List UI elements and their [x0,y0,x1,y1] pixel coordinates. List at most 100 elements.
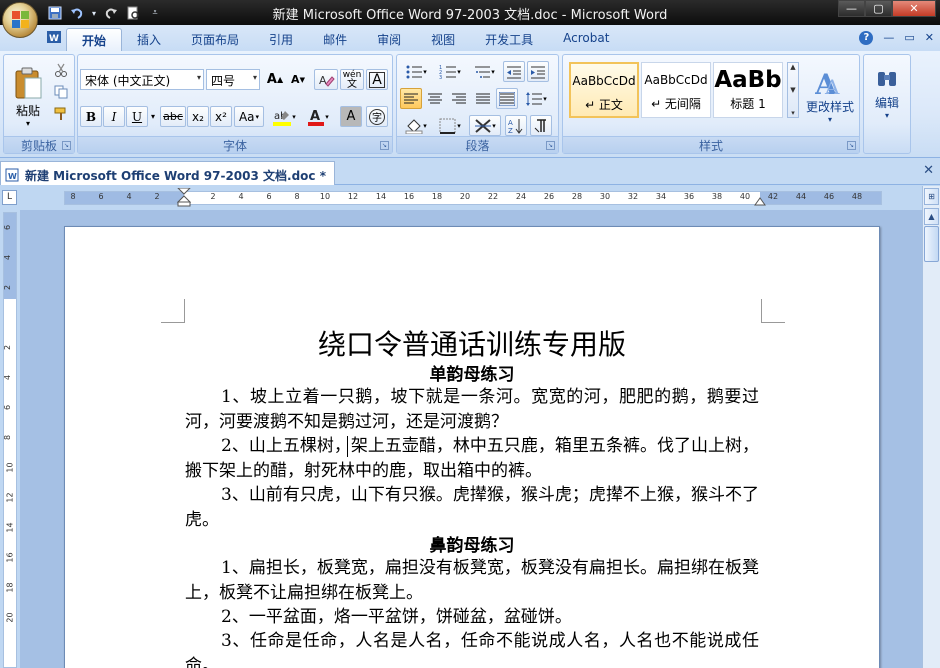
scrollbar-thumb[interactable] [924,226,939,262]
document-tab-close-icon[interactable]: ✕ [923,163,934,178]
indent-marker-icon[interactable] [177,188,191,208]
maximize-icon[interactable]: ▢ [865,0,892,17]
vertical-ruler[interactable]: 6 4 2 2 4 6 8 10 12 14 16 18 20 [3,212,17,668]
style-heading-1[interactable]: AaBb 标题 1 [713,62,783,118]
line-spacing-icon [526,91,543,106]
bold-button[interactable]: B [80,106,102,127]
superscript-button[interactable]: x² [210,106,232,127]
align-left-button[interactable] [400,88,422,109]
show-marks-button[interactable] [530,115,552,136]
font-launcher-icon[interactable]: ↘ [380,141,389,150]
underline-button[interactable]: U [126,106,148,127]
tab-home[interactable]: 开始 [66,28,123,51]
ruler-number: 10 [319,192,331,201]
ribbon-tabs-bar: W 开始 插入 页面布局 引用 邮件 审阅 视图 开发工具 Acrobat ? … [0,25,940,51]
tab-view[interactable]: 视图 [416,28,470,51]
style-normal-label: ↵ 正文 [585,98,623,112]
vruler-number: 8 [3,434,13,441]
ribbon-window-controls: ? — ▭ ✕ [859,31,934,45]
right-indent-marker-icon[interactable] [754,196,766,206]
font-name-dropdown-icon[interactable]: ▾ [197,73,201,82]
subscript-button[interactable]: x₂ [187,106,209,127]
office-button[interactable] [2,2,38,38]
style-no-spacing[interactable]: AaBbCcDd ↵ 无间隔 [641,62,711,118]
font-color-button[interactable]: A ▾ [302,106,334,127]
styles-gallery-scroller: ▲ ▼ ▾ [787,62,799,118]
copy-icon[interactable] [52,83,70,101]
tab-developer[interactable]: 开发工具 [470,28,548,51]
bullets-button[interactable]: ▾ [400,61,432,82]
ruler-number: 34 [655,192,667,201]
tab-page-layout[interactable]: 页面布局 [176,28,254,51]
decrease-indent-button[interactable] [503,61,525,82]
justify-button[interactable] [472,88,494,109]
clipboard-launcher-icon[interactable]: ↘ [62,141,71,150]
grow-font-button[interactable]: A ▲ [264,69,286,90]
styles-launcher-icon[interactable]: ↘ [847,141,856,150]
underline-dropdown-icon[interactable]: ▾ [148,106,158,127]
strikethrough-button[interactable]: abc [160,106,186,127]
word-doc-icon: W [46,29,62,48]
change-case-button[interactable]: Aa ▾ [234,106,264,127]
paragraph-launcher-icon[interactable]: ↘ [546,141,555,150]
chinese-layout-button[interactable]: ▾ [469,115,501,136]
paste-button[interactable]: 粘贴 ▾ [8,58,48,136]
change-styles-button[interactable]: AA 更改样式 ▾ [803,59,857,133]
shading-button[interactable]: ▾ [400,115,432,136]
increase-indent-button[interactable] [527,61,549,82]
document-tab[interactable]: W 新建 Microsoft Office Word 97-2003 文档.do… [0,161,335,185]
tab-mailings[interactable]: 邮件 [308,28,362,51]
styles-scroll-up-icon[interactable]: ▲ [790,63,795,71]
numbering-button[interactable]: 1 2 3 ▾ [434,61,466,82]
format-painter-icon[interactable] [52,105,70,123]
tab-review[interactable]: 审阅 [362,28,416,51]
highlight-icon: ab [273,110,292,126]
style-heading-1-label: 标题 1 [730,97,766,111]
enclose-characters-button[interactable]: 字 [366,106,388,127]
sort-button[interactable]: AZ [505,115,527,136]
styles-more-icon[interactable]: ▾ [791,109,795,117]
line-spacing-button[interactable]: ▾ [520,88,552,109]
clear-formatting-button[interactable]: A [314,69,338,90]
italic-button[interactable]: I [103,106,125,127]
align-right-button[interactable] [448,88,470,109]
minimize-icon[interactable]: — [838,0,865,17]
ruler-toggle-icon[interactable]: ⊞ [924,188,939,205]
align-center-icon [428,93,442,103]
font-color-icon: A [308,109,325,126]
document-page[interactable]: 绕口令普通话训练专用版 单韵母练习 1、坡上立着一只鹅，坡下就是一条河。宽宽的河… [64,226,880,668]
vruler-number: 12 [5,492,15,503]
vertical-scrollbar[interactable]: ⊞ ▲ [922,186,940,668]
close-icon[interactable]: ✕ [892,0,936,17]
tab-references[interactable]: 引用 [254,28,308,51]
tab-acrobat[interactable]: Acrobat [548,28,624,51]
shrink-font-button[interactable]: A ▼ [287,69,309,90]
tab-selector-icon[interactable]: L [2,190,17,205]
doc-minimize-icon[interactable]: — [883,31,894,45]
cut-icon[interactable] [52,61,70,79]
doc-restore-icon[interactable]: ▭ [904,31,914,45]
grow-font-label: A [266,72,277,87]
styles-scroll-down-icon[interactable]: ▼ [790,86,795,94]
distributed-button[interactable] [496,88,518,109]
font-name-combo[interactable]: 宋体 (中文正文) ▾ [80,69,204,90]
tab-insert[interactable]: 插入 [122,28,176,51]
font-size-dropdown-icon[interactable]: ▾ [253,73,257,82]
highlight-button[interactable]: ab ▾ [268,106,300,127]
borders-button[interactable]: ▾ [434,115,466,136]
bullets-icon [406,65,423,78]
multilevel-list-button[interactable]: ▾ [468,61,500,82]
font-size-combo[interactable]: 四号 ▾ [206,69,260,90]
phonetic-guide-button[interactable]: wén 文 [340,69,364,90]
character-border-button[interactable]: A [366,69,388,90]
scroll-up-icon[interactable]: ▲ [924,208,939,225]
style-normal[interactable]: AaBbCcDd ↵ 正文 [569,62,639,118]
align-center-button[interactable] [424,88,446,109]
ruler-number: 20 [459,192,471,201]
editing-button[interactable]: 编辑 ▾ [868,59,906,129]
character-shading-button[interactable]: A [340,106,362,127]
change-styles-dropdown-icon: ▾ [827,115,832,124]
help-icon[interactable]: ? [859,31,874,45]
doc-close-icon[interactable]: ✕ [925,31,934,45]
horizontal-ruler[interactable]: 8 6 4 2 2 4 6 8 10 12 14 16 18 20 22 24 26 28 30 32 34 36 38 40… [64,188,882,208]
